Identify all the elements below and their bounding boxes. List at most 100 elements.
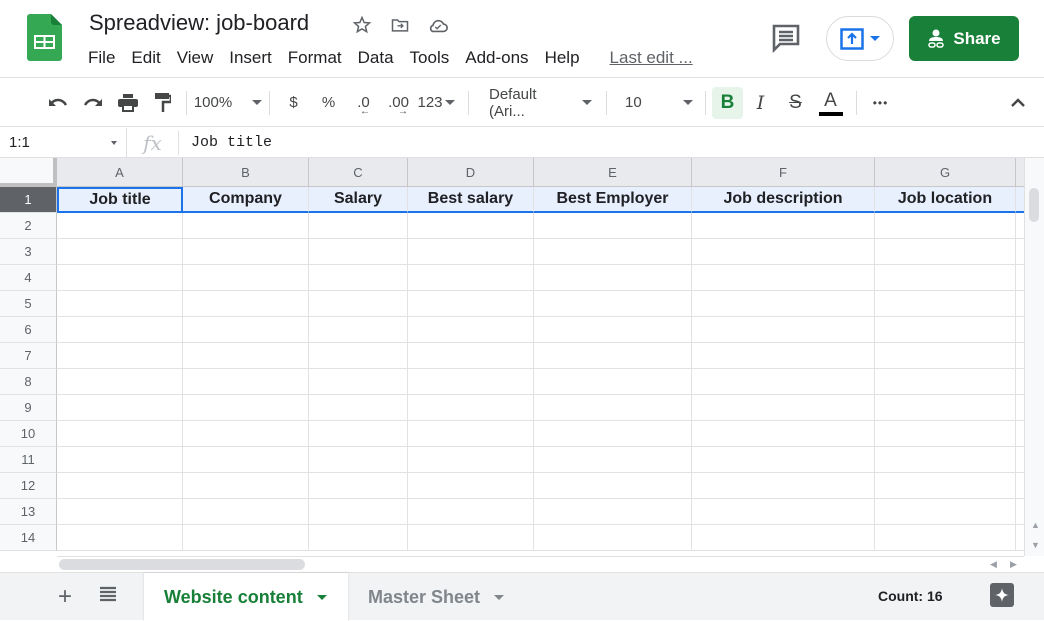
cell-g1[interactable]: Job location — [875, 187, 1016, 213]
menu-edit[interactable]: Edit — [123, 46, 168, 70]
cell-partial[interactable] — [1016, 317, 1024, 343]
font-size-select[interactable]: 10 — [613, 87, 699, 119]
column-header-d[interactable]: D — [408, 158, 534, 187]
cell-partial[interactable] — [1016, 395, 1024, 421]
cell-g8[interactable] — [875, 369, 1016, 395]
cell-a8[interactable] — [57, 369, 183, 395]
cell-b7[interactable] — [183, 343, 309, 369]
cell-e8[interactable] — [534, 369, 692, 395]
cell-g11[interactable] — [875, 447, 1016, 473]
cell-partial[interactable] — [1016, 421, 1024, 447]
collapse-menus-icon[interactable] — [1000, 87, 1035, 119]
cell-b8[interactable] — [183, 369, 309, 395]
cell-g13[interactable] — [875, 499, 1016, 525]
menu-help[interactable]: Help — [537, 46, 588, 70]
cell-d3[interactable] — [408, 239, 534, 265]
cell-c4[interactable] — [309, 265, 408, 291]
more-formats-select[interactable]: 123 — [416, 87, 456, 119]
cell-g10[interactable] — [875, 421, 1016, 447]
menu-add-ons[interactable]: Add-ons — [457, 46, 536, 70]
cell-e10[interactable] — [534, 421, 692, 447]
cell-e3[interactable] — [534, 239, 692, 265]
menu-data[interactable]: Data — [350, 46, 402, 70]
row-header-10[interactable]: 10 — [0, 421, 57, 447]
menu-file[interactable]: File — [80, 46, 123, 70]
cell-c9[interactable] — [309, 395, 408, 421]
cell-c12[interactable] — [309, 473, 408, 499]
column-header-partial[interactable] — [1016, 158, 1024, 187]
cell-partial[interactable] — [1016, 291, 1024, 317]
cell-f7[interactable] — [692, 343, 875, 369]
row-header-8[interactable]: 8 — [0, 369, 57, 395]
cell-d4[interactable] — [408, 265, 534, 291]
cell-g5[interactable] — [875, 291, 1016, 317]
cell-f4[interactable] — [692, 265, 875, 291]
cell-g12[interactable] — [875, 473, 1016, 499]
chevron-down-icon[interactable] — [316, 594, 327, 600]
cell-f1[interactable]: Job description — [692, 187, 875, 213]
cell-a6[interactable] — [57, 317, 183, 343]
column-header-e[interactable]: E — [534, 158, 692, 187]
cell-a11[interactable] — [57, 447, 183, 473]
cell-c8[interactable] — [309, 369, 408, 395]
cell-a7[interactable] — [57, 343, 183, 369]
cell-a12[interactable] — [57, 473, 183, 499]
explore-button[interactable] — [990, 583, 1014, 607]
cell-e2[interactable] — [534, 213, 692, 239]
more-options-button[interactable]: ••• — [863, 87, 898, 119]
spreadsheet-grid[interactable]: A B C D E F G 1 Job title Company Salary Best salar… — [0, 158, 1024, 556]
cell-partial[interactable] — [1016, 265, 1024, 291]
row-header-13[interactable]: 13 — [0, 499, 57, 525]
cell-g14[interactable] — [875, 525, 1016, 551]
cell-c10[interactable] — [309, 421, 408, 447]
menu-tools[interactable]: Tools — [402, 46, 458, 70]
cell-c14[interactable] — [309, 525, 408, 551]
cell-e6[interactable] — [534, 317, 692, 343]
cell-e11[interactable] — [534, 447, 692, 473]
cell-f12[interactable] — [692, 473, 875, 499]
selection-count[interactable]: Count: 16 — [878, 588, 943, 604]
cell-g7[interactable] — [875, 343, 1016, 369]
name-box[interactable]: 1:1 — [0, 127, 127, 158]
cell-e14[interactable] — [534, 525, 692, 551]
cell-d2[interactable] — [408, 213, 534, 239]
cell-g4[interactable] — [875, 265, 1016, 291]
menu-insert[interactable]: Insert — [221, 46, 280, 70]
cell-g9[interactable] — [875, 395, 1016, 421]
scroll-up-icon[interactable]: ▲ — [1031, 520, 1040, 530]
undo-icon[interactable] — [40, 87, 75, 119]
cell-partial[interactable] — [1016, 499, 1024, 525]
row-header-4[interactable]: 4 — [0, 265, 57, 291]
cell-d5[interactable] — [408, 291, 534, 317]
document-title[interactable]: Spreadview: job-board — [89, 10, 309, 36]
row-header-2[interactable]: 2 — [0, 213, 57, 239]
cell-e1[interactable]: Best Employer — [534, 187, 692, 213]
column-header-c[interactable]: C — [309, 158, 408, 187]
cell-f14[interactable] — [692, 525, 875, 551]
column-header-g[interactable]: G — [875, 158, 1016, 187]
cell-b14[interactable] — [183, 525, 309, 551]
last-edit-link[interactable]: Last edit ... — [602, 46, 701, 70]
cell-b2[interactable] — [183, 213, 309, 239]
cell-b3[interactable] — [183, 239, 309, 265]
cell-e7[interactable] — [534, 343, 692, 369]
cell-a14[interactable] — [57, 525, 183, 551]
cell-d11[interactable] — [408, 447, 534, 473]
cell-b12[interactable] — [183, 473, 309, 499]
cell-b9[interactable] — [183, 395, 309, 421]
cell-d6[interactable] — [408, 317, 534, 343]
scroll-left-icon[interactable]: ◀ — [990, 559, 997, 570]
cell-b10[interactable] — [183, 421, 309, 447]
cell-f10[interactable] — [692, 421, 875, 447]
cell-d14[interactable] — [408, 525, 534, 551]
cell-b6[interactable] — [183, 317, 309, 343]
row-header-9[interactable]: 9 — [0, 395, 57, 421]
row-header-5[interactable]: 5 — [0, 291, 57, 317]
decrease-decimal-button[interactable]: .0 ← — [346, 87, 381, 119]
row-header-6[interactable]: 6 — [0, 317, 57, 343]
comment-history-icon[interactable] — [770, 22, 802, 54]
increase-decimal-button[interactable]: .00 → — [381, 87, 416, 119]
cell-b11[interactable] — [183, 447, 309, 473]
cell-a4[interactable] — [57, 265, 183, 291]
cell-c7[interactable] — [309, 343, 408, 369]
